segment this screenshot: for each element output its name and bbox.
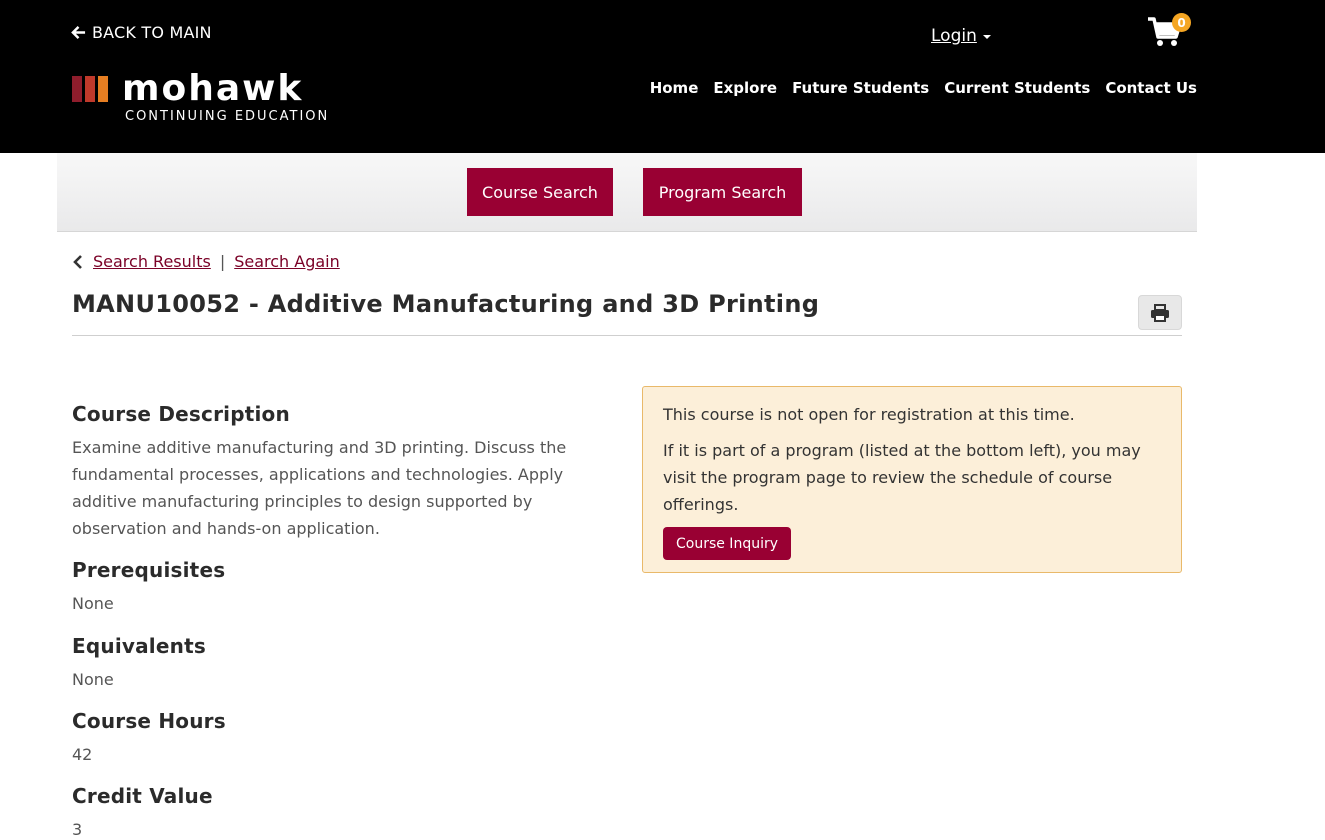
search-toolbar: Course Search Program Search [57,153,1197,232]
hours-section: Course Hours 42 [72,709,226,768]
print-button[interactable] [1138,295,1182,330]
description-section: Course Description Examine additive manu… [72,402,592,542]
prerequisites-value: None [72,594,114,613]
course-search-button[interactable]: Course Search [467,168,613,216]
search-results-link[interactable]: Search Results [93,252,211,271]
cart-button[interactable]: 0 [1147,13,1191,48]
back-to-main-label: BACK TO MAIN [92,23,212,42]
nav-current-students[interactable]: Current Students [944,79,1090,97]
course-inquiry-button[interactable]: Course Inquiry [663,527,791,560]
credit-value: 3 [72,820,83,839]
site-header: BACK TO MAIN Login 0 mohawk CONTINUING E… [0,0,1325,153]
prerequisites-section: Prerequisites None [72,558,225,617]
equivalents-heading: Equivalents [72,634,206,658]
logo-mark [72,76,108,102]
mohawk-logo[interactable]: mohawk CONTINUING EDUCATION [72,69,352,127]
arrow-left-icon [71,26,86,39]
hours-heading: Course Hours [72,709,226,733]
page-title: MANU10052 - Additive Manufacturing and 3… [72,290,820,318]
caret-down-icon [982,35,991,39]
title-divider [72,335,1182,336]
notice-program-text: If it is part of a program (listed at th… [663,441,1141,514]
prerequisites-heading: Prerequisites [72,558,226,582]
back-to-main-link[interactable]: BACK TO MAIN [71,23,212,42]
registration-notice: This course is not open for registration… [642,386,1182,573]
search-again-link[interactable]: Search Again [234,252,340,271]
breadcrumb-separator: | [219,252,226,271]
breadcrumb: Search Results | Search Again [72,252,340,271]
nav-explore[interactable]: Explore [713,79,777,97]
credit-section: Credit Value 3 [72,784,213,840]
main-nav: Home Explore Future Students Current Stu… [650,79,1197,97]
description-text: Examine additive manufacturing and 3D pr… [72,438,567,538]
logo-subtitle: CONTINUING EDUCATION [125,109,330,124]
logo-wordmark: mohawk [122,68,304,109]
equivalents-section: Equivalents None [72,634,206,693]
cart-count-badge: 0 [1172,13,1191,32]
print-icon [1151,303,1169,322]
equivalents-value: None [72,670,114,689]
notice-closed-text: This course is not open for registration… [663,405,1075,424]
credit-heading: Credit Value [72,784,213,808]
nav-home[interactable]: Home [650,79,699,97]
chevron-left-icon [73,254,82,269]
hours-value: 42 [72,745,93,764]
login-dropdown[interactable]: Login [931,26,991,46]
login-label: Login [931,26,977,46]
nav-future-students[interactable]: Future Students [792,79,929,97]
description-heading: Course Description [72,402,290,426]
nav-contact-us[interactable]: Contact Us [1105,79,1197,97]
program-search-button[interactable]: Program Search [643,168,802,216]
